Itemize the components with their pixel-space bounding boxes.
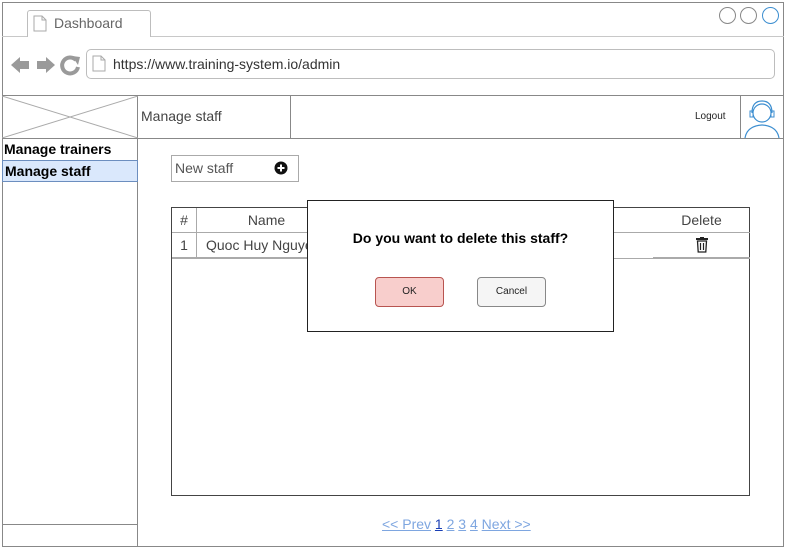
delete-confirm-dialog (307, 200, 614, 332)
sidebar-item-manage-trainers[interactable]: Manage trainers (2, 139, 138, 161)
pagination-next-link[interactable]: Next >> (482, 516, 531, 532)
header-divider (138, 138, 784, 139)
header-bar (290, 96, 741, 139)
page-title: Manage staff (141, 108, 222, 124)
window-maximize-button[interactable] (740, 7, 757, 24)
page-icon (92, 55, 106, 72)
back-arrow-icon[interactable] (11, 57, 29, 73)
user-avatar-icon (744, 100, 780, 139)
pagination: << Prev 1 2 3 4 Next >> (382, 516, 531, 532)
pagination-page-3[interactable]: 3 (458, 516, 466, 532)
reload-icon[interactable] (60, 55, 80, 76)
ok-button[interactable]: OK (375, 277, 444, 307)
pagination-page-1[interactable]: 1 (435, 516, 443, 532)
table-cell-delete (653, 233, 750, 258)
add-circle-icon[interactable] (274, 161, 288, 175)
forward-arrow-icon[interactable] (37, 57, 55, 73)
window-minimize-button[interactable] (719, 7, 736, 24)
column-header-number: # (172, 208, 197, 233)
tab-title: Dashboard (54, 15, 123, 31)
document-icon (33, 15, 47, 32)
avatar[interactable] (741, 96, 784, 139)
cancel-button[interactable]: Cancel (477, 277, 546, 307)
window-close-button[interactable] (762, 7, 779, 24)
pagination-page-4[interactable]: 4 (470, 516, 478, 532)
sidebar-item-label: Manage trainers (4, 141, 112, 157)
new-staff-label: New staff (175, 160, 234, 176)
sidebar-footer-divider (2, 524, 138, 525)
table-cell-number: 1 (172, 233, 197, 258)
pagination-prev-link[interactable]: << Prev (382, 516, 431, 532)
url-text[interactable]: https://www.training-system.io/admin (113, 56, 340, 72)
logo-placeholder (1, 95, 139, 139)
column-header-delete: Delete (653, 208, 750, 233)
sidebar-item-manage-staff[interactable]: Manage staff (2, 160, 138, 182)
sidebar-item-label: Manage staff (5, 163, 91, 179)
trash-icon[interactable] (695, 237, 709, 253)
image-placeholder-icon (1, 95, 139, 139)
navigation-controls (11, 55, 80, 76)
dialog-message: Do you want to delete this staff? (352, 230, 569, 246)
sidebar (2, 139, 138, 547)
pagination-page-2[interactable]: 2 (447, 516, 455, 532)
logout-link[interactable]: Logout (695, 111, 726, 122)
